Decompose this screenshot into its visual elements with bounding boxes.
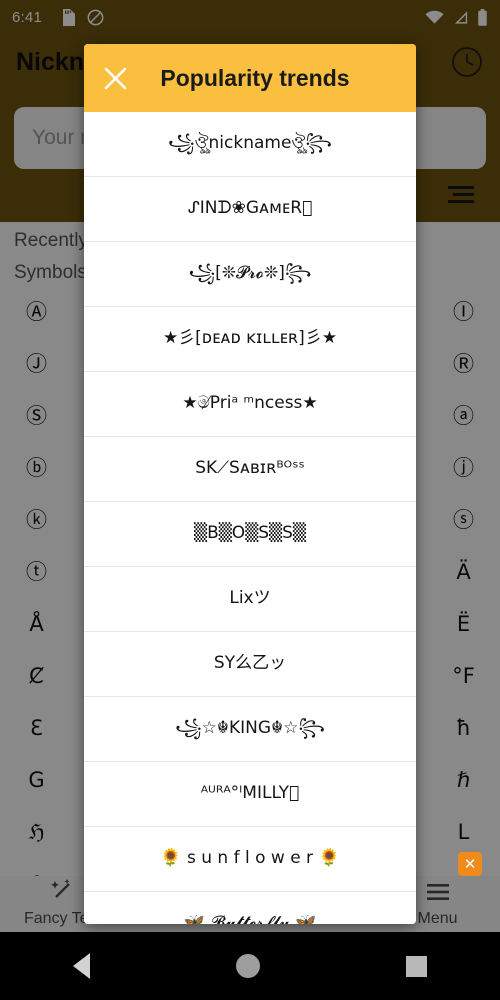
floating-close-badge[interactable]: ✕ [458, 852, 482, 876]
trend-row[interactable]: ꧁ঔৣnicknameঔৣ꧂ [84, 112, 416, 177]
close-x-icon[interactable] [84, 65, 146, 92]
trend-text: 🦋 𝓑𝓾𝓽𝓽𝓮𝓻𝓯𝓵𝔂 🦋 [183, 913, 317, 924]
recents-square-icon[interactable] [406, 955, 427, 977]
dialog-title: Popularity trends [160, 64, 350, 91]
trend-text: SΥ么乙ッ [213, 653, 287, 674]
trend-row[interactable]: ᴬᵁᴿᴬ°ᴵMILLY᷎ [84, 762, 416, 827]
trend-text: ꧁☆☬KING☬☆꧂ [175, 718, 325, 739]
android-nav-bar [0, 932, 500, 1000]
trend-text: SK⟋Sᴀʙɪʀᴮᴼˢˢ [195, 458, 305, 479]
trend-text: Lixツ [229, 588, 271, 609]
popularity-trends-dialog: Popularity trends ꧁ঔৣnicknameঔৣ꧂ ᔑINᗪ❀Gᴀᴍ… [84, 44, 416, 924]
trend-row[interactable]: ꧁[❊𝓟𝓻𝓸❊]꧂ [84, 242, 416, 307]
trend-text: 🌻 s u n f l o w e r 🌻 [160, 848, 340, 869]
trend-row[interactable]: ★ම̸Pri͏ᵃ ᵐncess★ [84, 372, 416, 437]
trend-row[interactable]: SK⟋Sᴀʙɪʀᴮᴼˢˢ [84, 437, 416, 502]
trend-text: ★彡[ᴅᴇᴀᴅ ᴋɪʟʟᴇʀ]彡★ [162, 328, 338, 349]
trend-text: ᴬᵁᴿᴬ°ᴵMILLY᷎ [200, 783, 300, 804]
back-triangle-icon[interactable] [73, 953, 90, 979]
trend-text: ★ම̸Pri͏ᵃ ᵐncess★ [182, 393, 318, 414]
trend-row[interactable]: ᔑINᗪ❀GᴀᴍᴇR᷎ [84, 177, 416, 242]
trend-text: ꧁[❊𝓟𝓻𝓸❊]꧂ [188, 263, 312, 284]
screen: 6:41 Nickname Your Recently Symbols Ⓐ Ⓘ … [0, 0, 500, 1000]
trend-row[interactable]: Lixツ [84, 567, 416, 632]
trend-text: ▒B▒O▒S▒S▒ [194, 523, 306, 544]
home-circle-icon[interactable] [236, 954, 260, 978]
trend-row[interactable]: 🦋 𝓑𝓾𝓽𝓽𝓮𝓻𝓯𝓵𝔂 🦋 [84, 892, 416, 924]
trend-text: ꧁ঔৣnicknameঔৣ꧂ [168, 133, 332, 154]
trend-row[interactable]: ▒B▒O▒S▒S▒ [84, 502, 416, 567]
dialog-header: Popularity trends [84, 44, 416, 112]
trend-row[interactable]: 🌻 s u n f l o w e r 🌻 [84, 827, 416, 892]
trend-row[interactable]: ꧁☆☬KING☬☆꧂ [84, 697, 416, 762]
trends-list[interactable]: ꧁ঔৣnicknameঔৣ꧂ ᔑINᗪ❀GᴀᴍᴇR᷎ ꧁[❊𝓟𝓻𝓸❊]꧂ ★彡[ᴅᴇᴀ… [84, 112, 416, 924]
trend-row[interactable]: ★彡[ᴅᴇᴀᴅ ᴋɪʟʟᴇʀ]彡★ [84, 307, 416, 372]
trend-text: ᔑINᗪ❀GᴀᴍᴇR᷎ [187, 198, 313, 219]
trend-row[interactable]: SΥ么乙ッ [84, 632, 416, 697]
